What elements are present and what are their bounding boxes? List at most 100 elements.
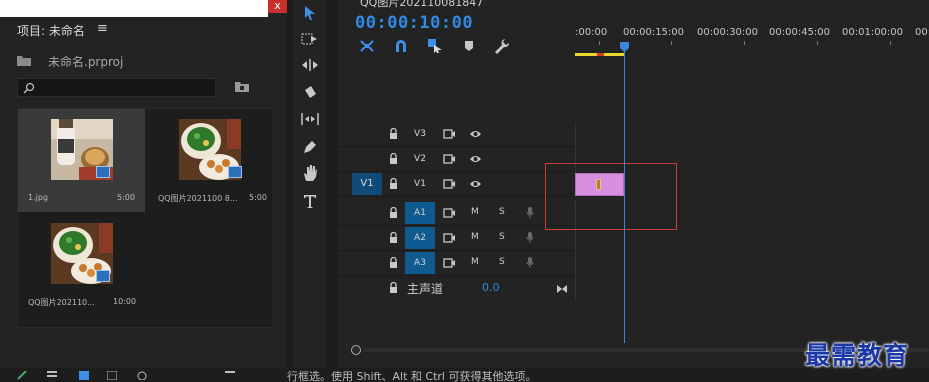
go-to-end-icon[interactable]	[556, 284, 568, 294]
lock-icon[interactable]	[389, 178, 398, 190]
track-lane[interactable]	[575, 122, 929, 147]
sync-lock-icon[interactable]	[443, 129, 456, 139]
track-target[interactable]: A2	[405, 227, 435, 249]
ripple-edit-tool[interactable]	[299, 54, 321, 76]
hand-icon	[304, 165, 317, 181]
lock-icon[interactable]	[389, 232, 398, 244]
timeline-settings-button[interactable]	[493, 37, 511, 55]
sort-icon[interactable]	[225, 371, 235, 380]
track-header: 主声道 0.0	[338, 276, 575, 301]
sequence-tab[interactable]: QQ图片202110081847	[360, 0, 483, 10]
sync-lock-icon[interactable]	[443, 258, 456, 268]
close-icon[interactable]: x	[268, 0, 287, 13]
eye-icon[interactable]	[469, 129, 482, 139]
project-panel-title[interactable]: 项目: 未命名	[17, 22, 85, 39]
project-file-name: 未命名.prproj	[48, 55, 124, 69]
ruler-tick	[890, 41, 891, 45]
hand-tool[interactable]	[299, 162, 321, 184]
razor-tool[interactable]	[299, 82, 321, 104]
sync-lock-icon[interactable]	[443, 233, 456, 243]
project-item[interactable]: QQ图片202110... 10:00	[18, 213, 145, 316]
project-panel: x 项目: 未命名 ≡ 未命名.prproj 1.jpg 5:00 QQ图片20…	[0, 0, 287, 368]
snap-button[interactable]	[358, 37, 376, 55]
linked-selection-button[interactable]	[426, 37, 444, 55]
ruler-tick	[744, 41, 745, 45]
track-header: V2	[338, 147, 575, 172]
item-duration: 5:00	[117, 193, 135, 202]
playhead-line[interactable]	[624, 46, 625, 343]
panel-menu-icon[interactable]: ≡	[97, 21, 108, 36]
zoom-handle[interactable]	[351, 345, 361, 355]
list-view-icon[interactable]	[47, 371, 57, 380]
source-patch-v1[interactable]: V1	[352, 173, 382, 195]
ruler-tick	[817, 41, 818, 45]
track-lane[interactable]	[575, 276, 929, 301]
item-name: 1.jpg	[28, 193, 49, 202]
sync-lock-icon[interactable]	[443, 179, 456, 189]
master-volume-value[interactable]: 0.0	[482, 281, 500, 294]
solo-button[interactable]: S	[499, 207, 505, 217]
track-header: A3 M S	[338, 251, 575, 276]
pen-tool[interactable]	[299, 136, 321, 158]
item-duration: 5:00	[249, 193, 267, 202]
render-status-bar	[597, 53, 604, 56]
item-name: QQ图片2021100 8...	[158, 194, 238, 203]
mute-button[interactable]: M	[471, 257, 479, 267]
eye-icon[interactable]	[469, 179, 482, 189]
ruler-label: :00:00	[575, 27, 608, 38]
lock-icon[interactable]	[389, 128, 398, 140]
slip-icon	[301, 113, 319, 125]
lock-icon[interactable]	[389, 282, 398, 294]
mute-button[interactable]: M	[471, 232, 479, 242]
selection-tool[interactable]	[299, 2, 321, 24]
write-lock-icon[interactable]	[17, 371, 27, 380]
eye-icon[interactable]	[469, 154, 482, 164]
solo-button[interactable]: S	[499, 257, 505, 267]
marker-icon	[465, 41, 473, 51]
track-target[interactable]: A1	[405, 202, 435, 224]
ripple-edit-icon	[302, 59, 318, 71]
project-item[interactable]: QQ图片2021100 8... 5:00	[148, 109, 275, 212]
item-name: QQ图片202110...	[28, 298, 95, 307]
search-input[interactable]	[17, 78, 216, 97]
track-header: A1 M S	[338, 201, 575, 226]
status-bar-text: 行框选。使用 Shift、Alt 和 Ctrl 可获得其他选项。	[287, 370, 537, 382]
microphone-icon[interactable]	[526, 232, 534, 244]
add-marker-button[interactable]	[460, 37, 478, 55]
new-bin-icon[interactable]	[235, 81, 249, 92]
image-type-icon	[96, 270, 110, 282]
freeform-view-icon[interactable]	[107, 371, 117, 380]
track-lane[interactable]	[575, 251, 929, 276]
snap-toggle-button[interactable]	[392, 37, 410, 55]
slip-tool[interactable]	[299, 108, 321, 130]
sync-lock-icon[interactable]	[443, 208, 456, 218]
playhead-timecode[interactable]: 00:00:10:00	[355, 13, 473, 33]
lock-icon[interactable]	[389, 207, 398, 219]
panel-header-strip	[0, 0, 268, 17]
zoom-slider-icon[interactable]	[137, 371, 147, 380]
track-target[interactable]: A3	[405, 252, 435, 274]
track-header: V1 V1	[338, 172, 575, 197]
mute-button[interactable]: M	[471, 207, 479, 217]
type-tool[interactable]	[299, 190, 321, 212]
microphone-icon[interactable]	[526, 207, 534, 219]
solo-button[interactable]: S	[499, 232, 505, 242]
track-target[interactable]: V2	[405, 148, 435, 170]
icon-view-icon[interactable]	[79, 371, 89, 380]
track-select-forward-tool[interactable]	[299, 28, 321, 50]
lock-icon[interactable]	[389, 257, 398, 269]
annotation-box	[545, 163, 677, 230]
ruler-label: 00:00:15:00	[623, 27, 685, 38]
item-duration: 10:00	[113, 297, 137, 306]
track-select-icon	[301, 33, 317, 45]
lock-icon[interactable]	[389, 153, 398, 165]
microphone-icon[interactable]	[526, 257, 534, 269]
track-target[interactable]: V3	[405, 123, 435, 145]
project-item[interactable]: 1.jpg 5:00	[18, 109, 145, 212]
selection-arrow-icon	[305, 6, 315, 20]
track-target[interactable]: V1	[405, 173, 435, 195]
folder-icon	[17, 56, 31, 66]
razor-icon	[305, 86, 316, 98]
pen-icon	[304, 141, 316, 153]
sync-lock-icon[interactable]	[443, 154, 456, 164]
